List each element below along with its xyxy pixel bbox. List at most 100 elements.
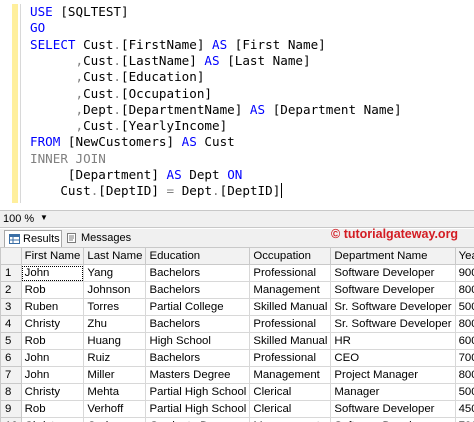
table-cell[interactable]: 80000.00: [454, 315, 474, 333]
column-header[interactable]: YearlyIncome: [454, 247, 474, 265]
table-cell[interactable]: Project Manager: [330, 366, 456, 384]
table-row[interactable]: 1 John Yang Bachelors Professional Software D…: [0, 264, 474, 282]
table-cell[interactable]: Skilled Manual: [249, 332, 332, 350]
table-cell[interactable]: Clerical: [249, 400, 332, 418]
table-cell[interactable]: Ruiz: [83, 349, 147, 367]
row-number[interactable]: 3: [0, 298, 22, 316]
table-cell[interactable]: Rob: [20, 281, 85, 299]
table-cell[interactable]: Graduate Degree: [145, 417, 251, 422]
row-number[interactable]: 4: [0, 315, 22, 333]
table-row[interactable]: 7 John Miller Masters Degree Management Proje…: [0, 366, 474, 384]
table-cell[interactable]: Carlson: [83, 417, 147, 422]
code-token: AS: [242, 101, 273, 117]
zoom-dropdown-icon[interactable]: ▼: [40, 213, 48, 222]
sql-editor[interactable]: USE [SQLTEST] GO SELECT Cust.[FirstName] A…: [0, 0, 474, 205]
table-cell[interactable]: 45000.00: [454, 400, 474, 418]
table-cell[interactable]: Yang: [83, 264, 147, 282]
table-cell[interactable]: 70000.00: [454, 349, 474, 367]
table-cell[interactable]: John: [20, 366, 85, 384]
table-cell[interactable]: Clerical: [249, 383, 332, 401]
results-grid[interactable]: First Name Last Name Education Occupation De…: [0, 247, 474, 422]
column-header[interactable]: Education: [145, 247, 251, 265]
zoom-level[interactable]: 100 %: [3, 213, 34, 225]
table-cell[interactable]: 70000.00: [454, 417, 474, 422]
row-number[interactable]: 2: [0, 281, 22, 299]
table-cell[interactable]: Software Developer: [330, 281, 456, 299]
table-cell[interactable]: Professional: [249, 315, 332, 333]
row-number[interactable]: 5: [0, 332, 22, 350]
tab-messages-label: Messages: [81, 232, 132, 244]
tab-messages[interactable]: Messages: [63, 230, 131, 247]
row-number[interactable]: 6: [0, 349, 22, 367]
table-cell[interactable]: Huang: [83, 332, 147, 350]
table-cell[interactable]: Partial High School: [145, 383, 251, 401]
table-cell[interactable]: Christy: [20, 417, 85, 422]
table-cell[interactable]: Sr. Software Developer: [330, 315, 456, 333]
table-cell[interactable]: John: [20, 349, 85, 367]
code-token: FROM: [30, 134, 68, 150]
code-token: INNER JOIN: [30, 150, 106, 166]
table-cell[interactable]: Management: [249, 417, 332, 422]
table-cell[interactable]: Rob: [20, 332, 85, 350]
table-row[interactable]: 2 Rob Johnson Bachelors Management Software D…: [0, 281, 474, 299]
table-cell[interactable]: Zhu: [83, 315, 147, 333]
table-row[interactable]: 6JohnRuizBachelorsProfessionalCEO70000.0…: [0, 349, 474, 367]
table-cell[interactable]: John: [20, 264, 85, 282]
row-number-header[interactable]: [0, 247, 22, 265]
table-cell[interactable]: Bachelors: [145, 281, 251, 299]
table-cell[interactable]: Ruben: [20, 298, 85, 316]
table-cell[interactable]: High School: [145, 332, 251, 350]
table-row[interactable]: 10ChristyCarlsonGraduate DegreeManagemen…: [0, 417, 474, 422]
row-number[interactable]: 8: [0, 383, 22, 401]
table-cell[interactable]: Professional: [249, 264, 332, 282]
row-number[interactable]: 10: [0, 417, 22, 422]
zoom-bar: 100 % ▼: [0, 210, 474, 228]
table-cell[interactable]: Partial College: [145, 298, 251, 316]
table-cell[interactable]: 60000.00: [454, 332, 474, 350]
row-number[interactable]: 1: [0, 264, 22, 282]
code-line: ,Cust.[YearlyIncome]: [30, 118, 227, 134]
table-cell[interactable]: Bachelors: [145, 349, 251, 367]
table-cell[interactable]: Torres: [83, 298, 147, 316]
table-cell[interactable]: Software Developer: [330, 400, 456, 418]
table-row[interactable]: 5RobHuangHigh SchoolSkilled ManualHR6000…: [0, 332, 474, 350]
table-cell[interactable]: Management: [249, 281, 332, 299]
code-token: [YearlyIncome]: [121, 118, 228, 134]
column-header[interactable]: First Name: [20, 247, 85, 265]
table-cell[interactable]: Sr. Software Developer: [330, 298, 456, 316]
table-row[interactable]: 8 Christy Mehta Partial High School Clerical…: [0, 383, 474, 401]
table-cell[interactable]: 90000.00: [454, 264, 474, 282]
row-number[interactable]: 9: [0, 400, 22, 418]
table-cell[interactable]: Software Developer: [330, 417, 456, 422]
table-row[interactable]: 4 Christy Zhu Bachelors Professional Sr. Soft…: [0, 315, 474, 333]
table-cell[interactable]: Manager: [330, 383, 456, 401]
table-row[interactable]: 9 Rob Verhoff Partial High School Clerical So…: [0, 400, 474, 418]
table-cell[interactable]: Christy: [20, 315, 85, 333]
table-cell[interactable]: HR: [330, 332, 456, 350]
table-cell[interactable]: Masters Degree: [145, 366, 251, 384]
column-header[interactable]: Occupation: [249, 247, 332, 265]
row-number[interactable]: 7: [0, 366, 22, 384]
table-cell[interactable]: Rob: [20, 400, 85, 418]
table-cell[interactable]: Mehta: [83, 383, 147, 401]
table-cell[interactable]: Verhoff: [83, 400, 147, 418]
table-cell[interactable]: Skilled Manual: [249, 298, 332, 316]
table-cell[interactable]: CEO: [330, 349, 456, 367]
table-cell[interactable]: Christy: [20, 383, 85, 401]
table-cell[interactable]: Miller: [83, 366, 147, 384]
table-cell[interactable]: Johnson: [83, 281, 147, 299]
table-cell[interactable]: Management: [249, 366, 332, 384]
table-cell[interactable]: Bachelors: [145, 315, 251, 333]
table-cell[interactable]: 80000.00: [454, 281, 474, 299]
table-cell[interactable]: Software Developer: [330, 264, 456, 282]
column-header[interactable]: Department Name: [330, 247, 456, 265]
column-header[interactable]: Last Name: [83, 247, 147, 265]
table-cell[interactable]: 50000.00: [454, 383, 474, 401]
table-cell[interactable]: Partial High School: [145, 400, 251, 418]
tab-results[interactable]: Results: [4, 230, 62, 247]
table-cell[interactable]: 80000.00: [454, 366, 474, 384]
table-row[interactable]: 3 Ruben Torres Partial College Skilled Manua…: [0, 298, 474, 316]
table-cell[interactable]: Professional: [249, 349, 332, 367]
table-cell[interactable]: 50000.00: [454, 298, 474, 316]
table-cell[interactable]: Bachelors: [145, 264, 251, 282]
